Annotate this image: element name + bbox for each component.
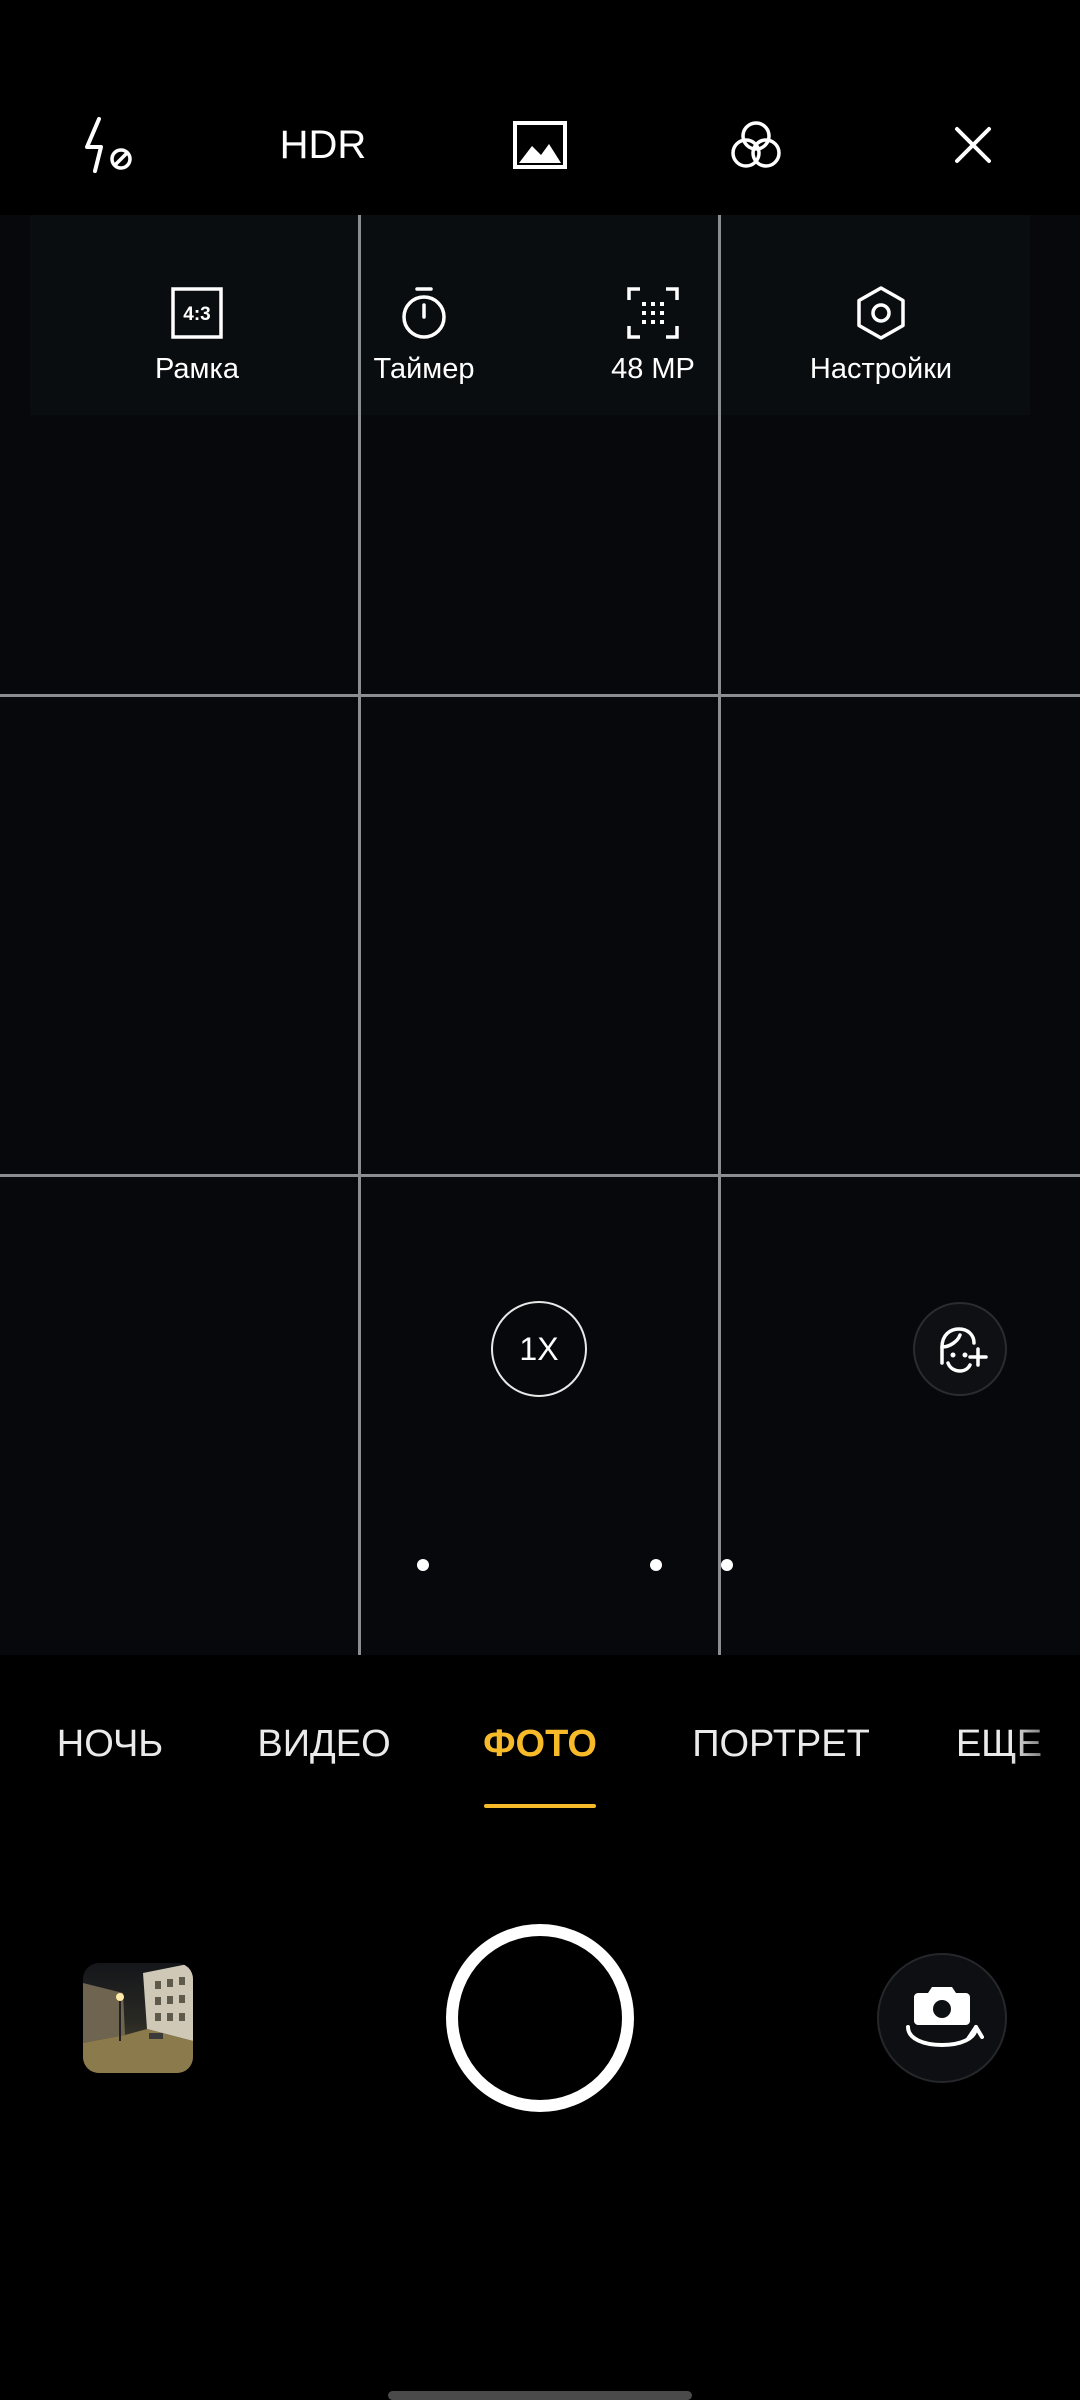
aspect-ratio-icon: 4:3 bbox=[171, 287, 223, 339]
camera-viewfinder[interactable]: 4:3 Рамка Таймер 48 MP Настройки 1X bbox=[0, 215, 1080, 1655]
switch-camera-button[interactable] bbox=[877, 1953, 1007, 2083]
mode-night[interactable]: НОЧЬ bbox=[57, 1723, 163, 1766]
zoom-label: 1X bbox=[519, 1330, 559, 1367]
active-mode-indicator bbox=[484, 1804, 596, 1808]
mode-photo[interactable]: ФОТО bbox=[483, 1723, 597, 1766]
filter-button[interactable] bbox=[711, 100, 801, 190]
timer-label: Таймер bbox=[373, 353, 475, 385]
timer-button[interactable]: Таймер bbox=[324, 283, 524, 386]
settings-button[interactable]: Настройки bbox=[781, 283, 981, 386]
grid-line bbox=[358, 215, 361, 1655]
image-mode-button[interactable] bbox=[495, 100, 585, 190]
filter-circles-icon bbox=[731, 121, 781, 168]
last-photo-preview bbox=[83, 1963, 193, 2073]
settings-label: Настройки bbox=[809, 353, 953, 385]
top-toolbar: HDR bbox=[0, 0, 1080, 215]
grid-line bbox=[0, 1174, 1080, 1177]
shutter-button[interactable] bbox=[446, 1924, 634, 2112]
resolution-label: 48 MP bbox=[611, 353, 695, 385]
mode-video[interactable]: ВИДЕО bbox=[257, 1723, 390, 1766]
mode-portrait[interactable]: ПОРТРЕТ bbox=[692, 1723, 870, 1766]
timer-icon bbox=[402, 287, 446, 339]
camera-switch-icon bbox=[906, 1987, 984, 2048]
zoom-level-dot[interactable] bbox=[650, 1559, 662, 1571]
grid-line bbox=[0, 694, 1080, 697]
settings-hexagon-icon bbox=[857, 286, 905, 340]
mode-scroll-fade bbox=[1010, 1715, 1080, 1785]
svg-text:4:3: 4:3 bbox=[183, 304, 210, 325]
beauty-mode-button[interactable] bbox=[913, 1302, 1007, 1396]
flash-off-icon bbox=[85, 117, 132, 173]
close-icon bbox=[955, 127, 991, 163]
close-button[interactable] bbox=[928, 100, 1018, 190]
zoom-1x-button[interactable]: 1X bbox=[491, 1301, 587, 1397]
hdr-toggle-button[interactable]: HDR bbox=[278, 100, 368, 190]
flash-toggle-button[interactable] bbox=[62, 100, 152, 190]
face-sparkle-icon bbox=[940, 1327, 988, 1373]
frame-ratio-button[interactable]: 4:3 Рамка bbox=[97, 283, 297, 386]
home-indicator[interactable] bbox=[388, 2391, 692, 2400]
frame-ratio-label: Рамка bbox=[155, 353, 239, 385]
zoom-level-dot[interactable] bbox=[417, 1559, 429, 1571]
image-icon bbox=[513, 121, 567, 169]
zoom-level-dot[interactable] bbox=[721, 1559, 733, 1571]
gallery-thumbnail[interactable] bbox=[83, 1963, 193, 2073]
megapixel-grid-icon bbox=[627, 287, 679, 339]
hdr-label: HDR bbox=[279, 122, 367, 167]
resolution-button[interactable]: 48 MP bbox=[553, 283, 753, 386]
mode-selector: НОЧЬ ВИДЕО ФОТО ПОРТРЕТ ЕЩЕ bbox=[0, 1655, 1080, 1808]
grid-line bbox=[718, 215, 721, 1655]
